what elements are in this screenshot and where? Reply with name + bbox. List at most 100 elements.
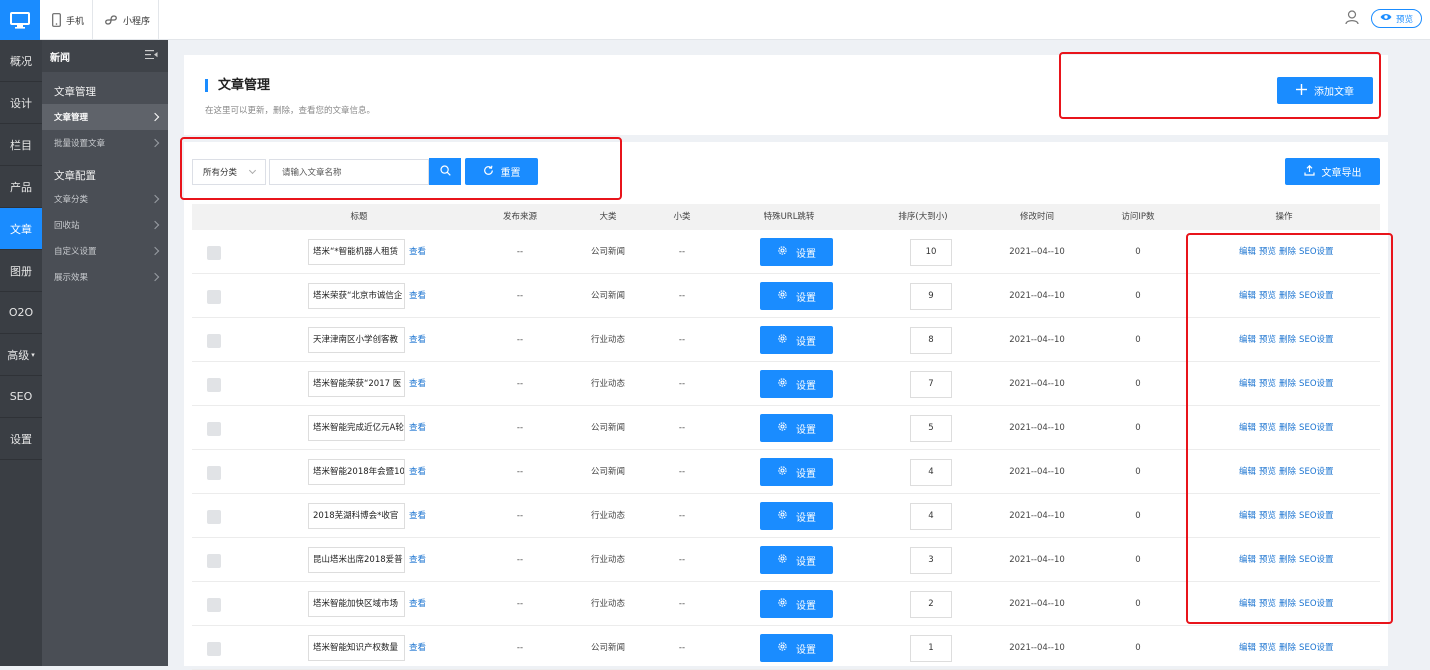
row-checkbox[interactable] [207,554,221,568]
order-input[interactable]: 10 [910,239,952,266]
highlight-box-search [180,137,622,200]
sidebar-item-display-effect[interactable]: 展示效果 [42,264,168,290]
view-link[interactable]: 查看 [409,582,426,626]
tab-mobile[interactable]: 手机 [44,0,94,40]
view-link[interactable]: 查看 [409,274,426,318]
url-settings-label: 设置 [796,600,816,612]
url-settings-button[interactable]: 设置 [760,238,833,266]
column-header-subcategory: 小类 [673,212,691,222]
nav-item-seo[interactable]: SEO [0,376,42,418]
nav-item-o2o[interactable]: O2O [0,292,42,334]
article-title-input[interactable]: 天津津南区小学创客教 [308,327,405,353]
view-link[interactable]: 查看 [409,450,426,494]
url-settings-button[interactable]: 设置 [760,282,833,310]
url-settings-button[interactable]: 设置 [760,326,833,354]
sidebar-item-batch-settings[interactable]: 批量设置文章 [42,130,168,156]
row-checkbox[interactable] [207,598,221,612]
nav-item-overview[interactable]: 概况 [0,40,42,82]
view-link[interactable]: 查看 [409,362,426,406]
modified-time-cell: 2021--04--10 [1009,599,1065,609]
preview-button[interactable]: 预览 [1370,9,1422,28]
subcategory-cell: -- [678,467,686,477]
order-input[interactable]: 8 [910,327,952,354]
nav-item-column[interactable]: 栏目 [0,124,42,166]
sidebar-item-article-category[interactable]: 文章分类 [42,186,168,212]
category-cell: 公司新闻 [590,423,626,433]
preview-link[interactable]: 预览 [1259,643,1276,653]
sidebar-item-label: 展示效果 [54,273,89,283]
row-checkbox[interactable] [207,290,221,304]
sidebar-item-label: 文章管理 [54,113,89,123]
row-checkbox[interactable] [207,246,221,260]
order-input[interactable]: 4 [910,503,952,530]
secondary-nav: 新闻 文章管理 文章管理 批量设置文章 文章配置 文章分类 回收站 自定义设置 … [42,40,168,666]
category-cell: 行业动态 [590,555,626,565]
url-settings-button[interactable]: 设置 [760,370,833,398]
article-title-input[interactable]: 塔米智能完成近亿元A轮 [308,415,405,441]
nav-item-album[interactable]: 图册 [0,250,42,292]
nav-item-product[interactable]: 产品 [0,166,42,208]
row-checkbox[interactable] [207,378,221,392]
chevron-right-icon [150,112,160,122]
article-title-input[interactable]: 塔米智能加快区域市场 [308,591,405,617]
secondary-nav-title: 新闻 [50,52,70,64]
view-link[interactable]: 查看 [409,494,426,538]
nav-item-design[interactable]: 设计 [0,82,42,124]
article-title-input[interactable]: 塔米智能2018年会暨10 [308,459,405,485]
edit-link[interactable]: 编辑 [1239,643,1256,653]
chevron-right-icon [150,220,160,230]
url-settings-button[interactable]: 设置 [760,590,833,618]
order-input[interactable]: 4 [910,459,952,486]
order-input[interactable]: 1 [910,635,952,662]
order-input[interactable]: 3 [910,547,952,574]
sidebar-item-recycle-bin[interactable]: 回收站 [42,212,168,238]
row-checkbox[interactable] [207,642,221,656]
article-title-input[interactable]: 昆山塔米出席2018爱普 [308,547,405,573]
view-link[interactable]: 查看 [409,626,426,670]
order-input[interactable]: 5 [910,415,952,442]
delete-link[interactable]: 删除 [1279,643,1296,653]
modified-time-cell: 2021--04--10 [1009,423,1065,433]
user-icon[interactable] [1345,9,1359,28]
view-link[interactable]: 查看 [409,406,426,450]
column-header-order: 排序(大到小) [898,212,948,222]
order-input[interactable]: 9 [910,283,952,310]
article-title-input[interactable]: 塔米智能知识产权数量 [308,635,405,661]
article-title-input[interactable]: 2018芜湖科博会*收官 [308,503,405,529]
view-link[interactable]: 查看 [409,230,426,274]
nav-item-article[interactable]: 文章 [0,208,42,250]
subcategory-cell: -- [678,599,686,609]
seo-settings-link[interactable]: SEO设置 [1299,643,1333,653]
desktop-icon[interactable] [0,0,40,40]
export-articles-button[interactable]: 文章导出 [1285,158,1380,185]
row-checkbox[interactable] [207,334,221,348]
url-settings-button[interactable]: 设置 [760,502,833,530]
order-input[interactable]: 7 [910,371,952,398]
row-checkbox[interactable] [207,466,221,480]
sidebar-item-article-management[interactable]: 文章管理 [42,104,168,130]
nav-item-settings[interactable]: 设置 [0,418,42,460]
tab-miniprogram-label: 小程序 [123,16,151,27]
url-settings-button[interactable]: 设置 [760,634,833,662]
group-article-config: 文章配置 [54,170,96,182]
collapse-menu-icon[interactable] [145,50,158,62]
gear-icon [777,333,788,347]
nav-item-advanced[interactable]: 高级 ▾ [0,334,42,376]
url-settings-button[interactable]: 设置 [760,414,833,442]
article-title-input[interactable]: 塔米智能荣获“2017 医 [308,371,405,397]
column-header-source: 发布来源 [502,212,538,222]
view-link[interactable]: 查看 [409,318,426,362]
url-settings-button[interactable]: 设置 [760,546,833,574]
row-checkbox[interactable] [207,422,221,436]
url-settings-button[interactable]: 设置 [760,458,833,486]
article-title-input[interactable]: 塔米“*智能机器人租赁 [308,239,405,265]
table-header: 标题 发布来源 大类 小类 特殊URL跳转 排序(大到小) 修改时间 访问IP数… [192,204,1380,230]
category-cell: 行业动态 [590,511,626,521]
article-title-input[interactable]: 塔米荣获“北京市诚信企 [308,283,405,309]
view-link[interactable]: 查看 [409,538,426,582]
row-checkbox[interactable] [207,510,221,524]
sidebar-item-custom-settings[interactable]: 自定义设置 [42,238,168,264]
source-cell: -- [516,643,524,653]
tab-miniprogram[interactable]: 小程序 [96,0,160,40]
order-input[interactable]: 2 [910,591,952,618]
